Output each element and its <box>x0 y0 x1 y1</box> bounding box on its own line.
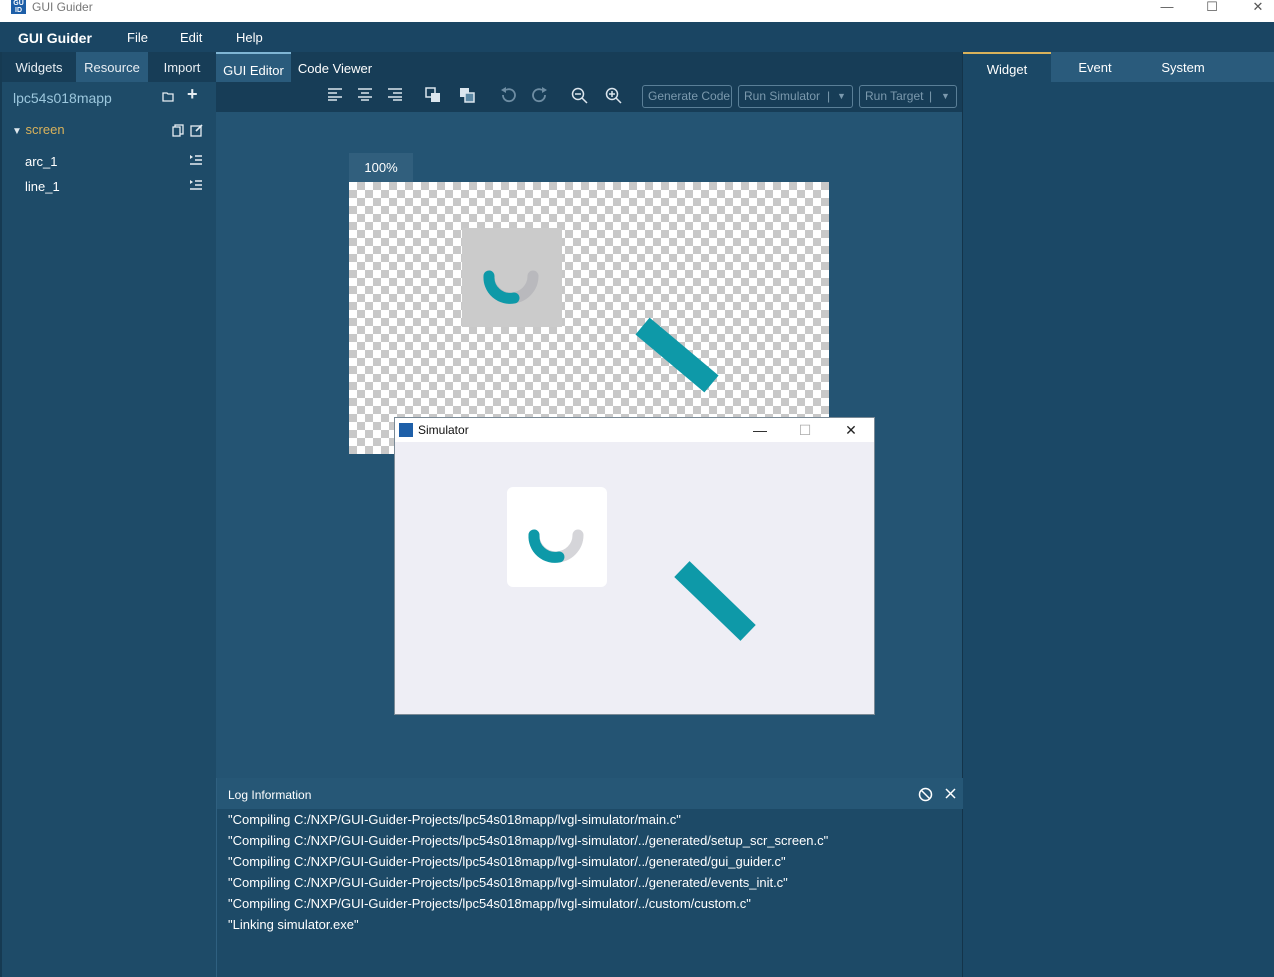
tree-screen-node[interactable]: ▼ screen <box>12 122 65 137</box>
generate-code-button[interactable]: Generate Code <box>642 85 732 108</box>
tab-resource[interactable]: Resource <box>76 52 148 82</box>
send-backward-icon[interactable] <box>456 87 478 107</box>
tree-item-line_1[interactable]: line_1 <box>25 179 60 194</box>
run-simulator-button[interactable]: Run Simulator | ▼ <box>738 85 853 108</box>
log-line: "Compiling C:/NXP/GUI-Guider-Projects/lp… <box>228 812 681 827</box>
close-log-icon[interactable] <box>944 787 957 803</box>
menu-edit[interactable]: Edit <box>180 30 202 45</box>
tab-widget[interactable]: Widget <box>963 52 1051 82</box>
redo-icon[interactable] <box>529 87 551 107</box>
log-panel: Log Information "Compiling C:/NXP/GUI-Gu… <box>216 778 963 977</box>
toolbar: Generate Code Run Simulator | ▼ Run Targ… <box>216 82 962 112</box>
log-line: "Compiling C:/NXP/GUI-Guider-Projects/lp… <box>228 896 751 911</box>
right-tabs: Widget Event System <box>963 52 1274 82</box>
arc-widget-simulator <box>507 487 607 587</box>
chevron-down-icon[interactable]: ▼ <box>837 86 846 107</box>
maximize-button[interactable]: ☐ <box>1189 0 1235 22</box>
log-line: "Compiling C:/NXP/GUI-Guider-Projects/lp… <box>228 854 786 869</box>
center-tabs: GUI Editor Code Viewer <box>216 52 962 82</box>
zoom-out-icon[interactable] <box>568 87 590 107</box>
copy-icon[interactable] <box>172 124 184 139</box>
tab-widgets[interactable]: Widgets <box>2 52 76 82</box>
log-line: "Linking simulator.exe" <box>228 917 359 932</box>
align-center-icon[interactable] <box>354 87 376 107</box>
simulator-window[interactable]: Simulator — ☐ ✕ <box>394 417 875 715</box>
tab-gui-editor[interactable]: GUI Editor <box>216 52 291 82</box>
edit-icon[interactable] <box>190 123 204 139</box>
menu-bar: GUI Guider File Edit Help <box>0 22 1274 52</box>
simulator-app-icon <box>399 423 413 437</box>
left-panel: Widgets Resource Import lpc54s018mapp + … <box>0 52 218 977</box>
log-line: "Compiling C:/NXP/GUI-Guider-Projects/lp… <box>228 833 829 848</box>
log-line: "Compiling C:/NXP/GUI-Guider-Projects/lp… <box>228 875 788 890</box>
simulator-maximize-button[interactable]: ☐ <box>793 420 817 440</box>
add-icon[interactable]: + <box>187 85 198 103</box>
close-button[interactable]: ✕ <box>1235 0 1274 22</box>
list-icon[interactable] <box>189 154 203 168</box>
log-header: Log Information <box>217 778 963 809</box>
menu-help[interactable]: Help <box>236 30 263 45</box>
tab-import[interactable]: Import <box>148 52 216 82</box>
line-widget-simulator <box>674 561 756 641</box>
window-titlebar: GU ID GUI Guider — ☐ ✕ <box>0 0 1274 22</box>
run-simulator-label: Run Simulator <box>744 89 821 103</box>
right-panel: Widget Event System <box>962 52 1274 977</box>
chevron-down-icon[interactable]: ▼ <box>941 86 950 107</box>
simulator-close-button[interactable]: ✕ <box>839 420 863 440</box>
simulator-minimize-button[interactable]: — <box>748 420 772 440</box>
separator: | <box>929 89 933 103</box>
undo-icon[interactable] <box>497 87 519 107</box>
app-name: GUI Guider <box>18 30 92 46</box>
tree-item-arc_1[interactable]: arc_1 <box>25 154 58 169</box>
tab-code-viewer[interactable]: Code Viewer <box>291 52 379 82</box>
separator: | <box>827 89 831 103</box>
run-target-label: Run Target <box>865 89 924 103</box>
menu-file[interactable]: File <box>127 30 148 45</box>
align-right-icon[interactable] <box>384 87 406 107</box>
screen-canvas[interactable] <box>349 182 829 454</box>
run-target-button[interactable]: Run Target | ▼ <box>859 85 957 108</box>
project-name[interactable]: lpc54s018mapp <box>13 90 112 106</box>
project-row: lpc54s018mapp + <box>2 82 216 114</box>
tab-system[interactable]: System <box>1139 52 1227 82</box>
zoom-in-icon[interactable] <box>602 87 624 107</box>
arc-widget-canvas[interactable] <box>462 228 562 327</box>
simulator-titlebar[interactable]: Simulator — ☐ ✕ <box>395 418 874 442</box>
list-icon[interactable] <box>189 179 203 193</box>
log-title: Log Information <box>228 788 312 802</box>
bring-forward-icon[interactable] <box>422 87 444 107</box>
align-left-icon[interactable] <box>324 87 346 107</box>
left-tabs: Widgets Resource Import <box>2 52 218 82</box>
simulator-title: Simulator <box>418 423 469 437</box>
clear-log-icon[interactable] <box>918 787 933 805</box>
tab-event[interactable]: Event <box>1051 52 1139 82</box>
tree-screen-label: screen <box>25 122 65 137</box>
app-logo-icon: GU ID <box>11 0 26 14</box>
zoom-level: 100% <box>349 153 413 182</box>
window-title: GUI Guider <box>32 0 93 14</box>
folder-icon[interactable] <box>162 91 174 104</box>
minimize-button[interactable]: — <box>1144 0 1190 22</box>
expand-arrow-icon[interactable]: ▼ <box>12 126 22 137</box>
